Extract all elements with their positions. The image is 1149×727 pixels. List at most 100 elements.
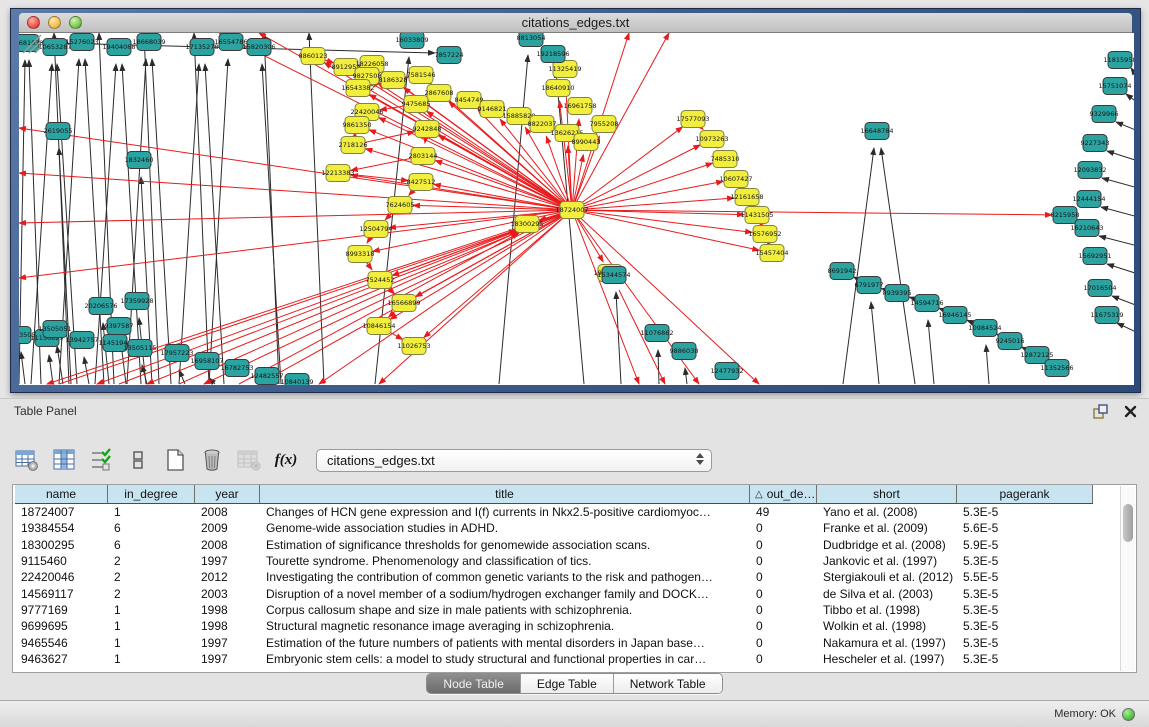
graph-edge[interactable] [658, 350, 659, 384]
graph-edge[interactable] [581, 212, 759, 250]
graph-edge[interactable] [871, 302, 879, 384]
graph-edge[interactable] [239, 233, 519, 384]
table-cell[interactable]: 2008 [195, 537, 260, 553]
close-window-icon[interactable] [27, 16, 40, 29]
table-cell[interactable]: 1 [108, 504, 195, 520]
graph-node[interactable]: 15457404 [755, 245, 788, 262]
graph-node[interactable]: 11076862 [640, 325, 673, 342]
graph-node[interactable]: 17016504 [1083, 280, 1116, 297]
column-header-pagerank[interactable]: pagerank [957, 485, 1093, 503]
graph-node[interactable]: 8186328 [379, 72, 408, 89]
graph-node[interactable]: 16958107 [190, 353, 223, 370]
table-cell[interactable]: 19384554 [15, 520, 108, 536]
table-row[interactable]: 1830029562008Estimation of significance … [15, 537, 1093, 553]
table-cell[interactable]: 5.3E-5 [957, 504, 1093, 520]
graph-node[interactable]: 14594716 [910, 295, 943, 312]
graph-node[interactable]: 8813054 [517, 33, 546, 47]
graph-node[interactable]: 15820306 [242, 39, 275, 56]
table-cell[interactable]: 6 [108, 520, 195, 536]
network-canvas[interactable]: 1872400788601238912954182260589827508165… [19, 33, 1134, 385]
table-cell[interactable]: 0 [750, 520, 817, 536]
zoom-window-icon[interactable] [69, 16, 82, 29]
table-cell[interactable]: 18724007 [15, 504, 108, 520]
graph-node[interactable]: 16946145 [938, 307, 971, 324]
graph-node[interactable]: 16648784 [860, 123, 893, 140]
graph-edge[interactable] [362, 132, 414, 143]
graph-edge[interactable] [425, 138, 426, 143]
graph-node[interactable]: 18668039 [132, 34, 165, 51]
table-scrollbar[interactable] [1120, 486, 1135, 671]
minimize-window-icon[interactable] [48, 16, 61, 29]
graph-node[interactable]: 15751074 [1098, 78, 1131, 95]
table-cell[interactable]: Yano et al. (2008) [817, 504, 957, 520]
graph-node[interactable]: 15276023 [65, 34, 98, 51]
graph-node[interactable]: 9397587 [105, 318, 134, 335]
column-header-year[interactable]: year [195, 485, 260, 503]
table-cell[interactable]: de Silva et al. (2003) [817, 585, 957, 601]
table-cell[interactable]: 5.5E-5 [957, 569, 1093, 585]
graph-node[interactable]: 11675319 [1090, 307, 1123, 324]
graph-edge[interactable] [685, 368, 687, 384]
float-panel-icon[interactable] [1091, 402, 1109, 420]
graph-node[interactable]: 11325419 [548, 61, 581, 78]
column-header-out_de[interactable]: △out_de… [750, 485, 817, 503]
graph-node[interactable]: 13942757 [65, 332, 98, 349]
graph-node[interactable]: 11431505 [740, 207, 773, 224]
table-cell[interactable]: 5.3E-5 [957, 651, 1093, 667]
memory-indicator[interactable]: Memory: OK [1054, 708, 1135, 721]
column-header-in_degree[interactable]: in_degree [108, 485, 195, 503]
graph-node[interactable]: 16566899 [387, 295, 420, 312]
graph-node[interactable]: 12482557 [250, 368, 283, 385]
table-cell[interactable]: 1998 [195, 602, 260, 618]
column-header-title[interactable]: title [260, 485, 750, 503]
graph-edge[interactable] [1101, 207, 1134, 217]
graph-node[interactable]: 1832460 [125, 152, 154, 169]
graph-node[interactable]: 18640910 [541, 80, 574, 97]
column-header-short[interactable]: short [817, 485, 957, 503]
graph-node[interactable]: 10840139 [280, 374, 313, 386]
row-selection-icon[interactable] [88, 447, 114, 473]
graph-edge[interactable] [144, 33, 159, 384]
graph-node[interactable]: 2867608 [425, 85, 454, 102]
graph-node[interactable]: 2718126 [339, 137, 368, 154]
graph-node[interactable]: 7485310 [711, 151, 740, 168]
graph-node[interactable]: 2803144 [409, 148, 438, 165]
graph-edge[interactable] [1107, 264, 1134, 274]
table-cell[interactable]: 0 [750, 585, 817, 601]
delete-table-icon[interactable] [199, 447, 225, 473]
graph-edge[interactable] [19, 128, 572, 210]
function-builder-icon[interactable]: f(x) [273, 447, 299, 473]
table-selector-dropdown[interactable]: citations_edges.txt [316, 449, 712, 472]
graph-edge[interactable] [152, 59, 171, 384]
graph-node[interactable]: 9245016 [996, 333, 1025, 350]
table-cell[interactable]: 18300295 [15, 537, 108, 553]
graph-node[interactable]: 16576952 [748, 226, 781, 243]
table-cell[interactable]: 0 [750, 618, 817, 634]
graph-node[interactable]: 13505115 [123, 340, 156, 357]
table-row[interactable]: 1938455462009Genome-wide association stu… [15, 520, 1093, 536]
graph-edge[interactable] [572, 210, 759, 384]
table-cell[interactable]: 1997 [195, 651, 260, 667]
table-cell[interactable]: 14569117 [15, 585, 108, 601]
table-cell[interactable]: Estimation of the future numbers of pati… [260, 634, 750, 650]
graph-node[interactable]: 16033809 [395, 33, 428, 49]
graph-node[interactable]: 16543382 [341, 80, 374, 97]
graph-edge[interactable] [1107, 151, 1134, 161]
network-graph[interactable]: 1872400788601238912954182260589827508165… [19, 33, 1134, 385]
table-cell[interactable]: 0 [750, 634, 817, 650]
table-cell[interactable]: 5.3E-5 [957, 634, 1093, 650]
graph-node[interactable]: 11815958 [1103, 52, 1134, 69]
table-cell[interactable]: Hescheler et al. (1997) [817, 651, 957, 667]
table-cell[interactable]: Nakamura et al. (1997) [817, 634, 957, 650]
graph-edge[interactable] [881, 148, 915, 384]
graph-node[interactable]: 17957223 [160, 345, 193, 362]
graph-node[interactable]: 10973263 [695, 131, 728, 148]
graph-node[interactable]: 8993318 [346, 246, 375, 263]
graph-node[interactable]: 10984524 [968, 320, 1001, 337]
table-cell[interactable]: 2008 [195, 504, 260, 520]
table-cell[interactable]: 5.3E-5 [957, 585, 1093, 601]
graph-edge[interactable] [424, 216, 565, 338]
table-cell[interactable]: Jankovic et al. (1997) [817, 553, 957, 569]
table-cell[interactable]: Tourette syndrome. Phenomenology and cla… [260, 553, 750, 569]
table-cell[interactable]: 0 [750, 537, 817, 553]
